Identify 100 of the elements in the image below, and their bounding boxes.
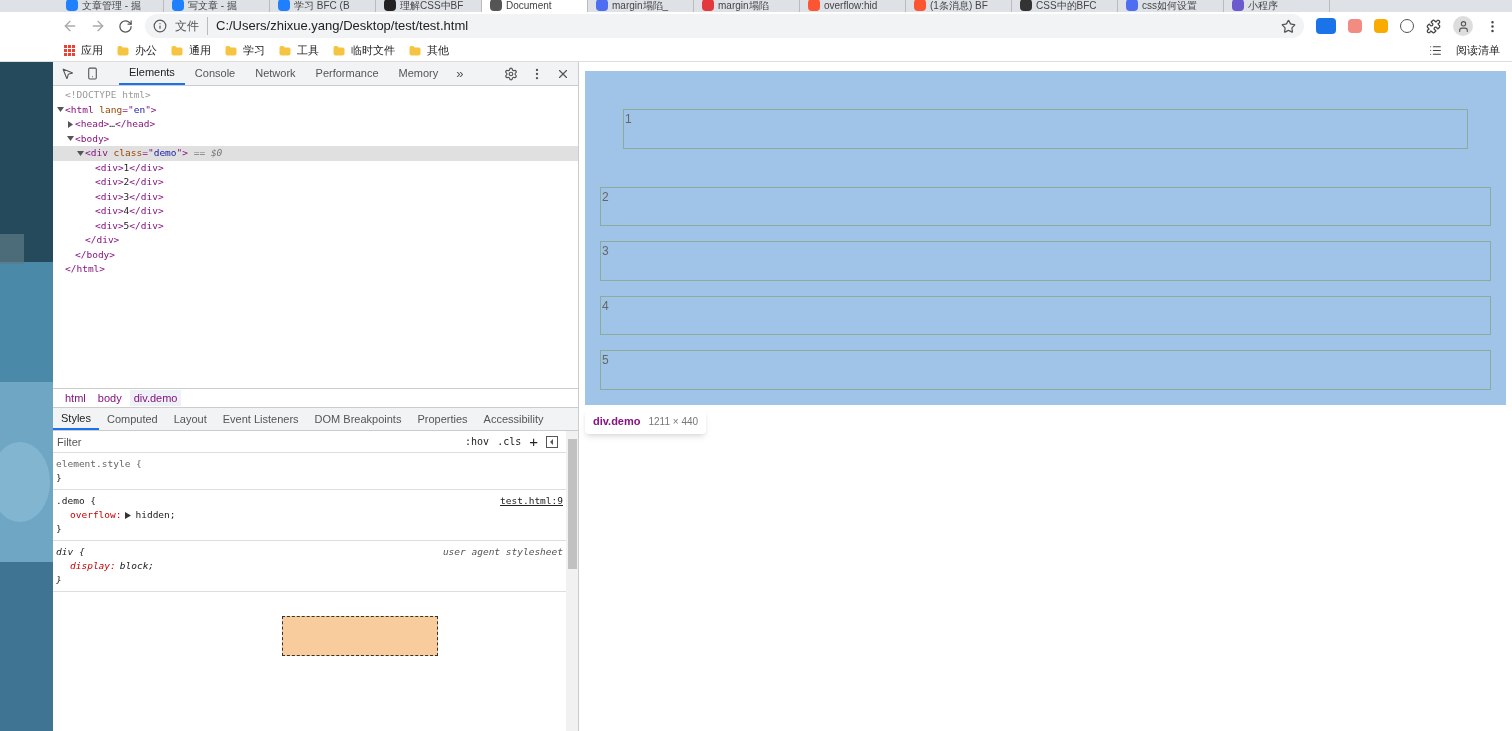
devtools-tab[interactable]: Elements [119, 62, 185, 85]
bookmark-folder[interactable]: 通用 [189, 42, 211, 59]
css-value: block; [119, 559, 155, 573]
rule-source[interactable]: test.html:9 [500, 494, 563, 508]
pane-tab[interactable]: Computed [98, 408, 166, 430]
extensions-icon[interactable] [1426, 18, 1441, 34]
pane-tab[interactable]: Event Listeners [214, 408, 307, 430]
dom-token: =" [122, 102, 134, 117]
sidebar-toggle-icon[interactable] [546, 435, 558, 448]
folder-icon [225, 44, 237, 57]
bookmark-link[interactable]: 应用 [81, 42, 103, 59]
css-selector: .demo { [56, 494, 98, 508]
dom-token: </div> [129, 175, 164, 190]
tooltip-selector: div.demo [593, 414, 641, 429]
filter-field[interactable]: Filter [57, 432, 458, 451]
css-value: hidden; [135, 508, 176, 522]
dom-token: <div> [95, 204, 124, 219]
apps-grid-icon[interactable] [64, 45, 75, 56]
dom-token: <!DOCTYPE html> [65, 88, 151, 103]
devtools-tab[interactable]: Memory [388, 62, 449, 85]
bookmark-folder[interactable]: 学习 [243, 42, 265, 59]
dom-token: <body> [75, 131, 110, 146]
bookmark-folder[interactable]: 临时文件 [351, 42, 395, 59]
dom-token: 2 [123, 175, 130, 190]
dom-node-row[interactable]: <head>…</head> [53, 117, 578, 132]
reading-list-icon[interactable] [1429, 44, 1442, 57]
dom-node-row[interactable]: <div>5</div> [53, 218, 578, 233]
new-rule-button[interactable]: + [529, 434, 538, 449]
dom-token: "> [176, 146, 188, 161]
hov-toggle[interactable]: :hov [465, 434, 490, 449]
rule-source: user agent stylesheet [442, 545, 563, 559]
css-selector: element.style { [56, 457, 143, 471]
url-text: C:/Users/zhixue.yang/Desktop/test/test.html [216, 17, 470, 36]
breadcrumb[interactable]: html [61, 389, 90, 407]
dom-token: en [133, 102, 146, 117]
bookmark-folder[interactable]: 工具 [297, 42, 319, 59]
settings-icon[interactable] [504, 66, 518, 81]
folder-icon [117, 44, 129, 57]
dom-token: <div> [95, 175, 124, 190]
dom-token: </head> [115, 117, 156, 132]
more-tabs-button[interactable]: » [448, 62, 472, 85]
bookmark-folder[interactable]: 办公 [135, 42, 157, 59]
pane-tab[interactable]: DOM Breakpoints [306, 408, 410, 430]
expanded-triangle-icon[interactable] [77, 149, 84, 157]
person-icon [1456, 19, 1470, 33]
pane-tab[interactable]: Styles [53, 408, 99, 430]
tooltip-size: 1211 × 440 [648, 414, 699, 429]
dom-token: class [113, 146, 143, 161]
dom-node-row[interactable]: <body> [53, 131, 578, 146]
dom-node-row[interactable]: <div>3</div> [53, 189, 578, 204]
collapsed-triangle-icon[interactable] [67, 120, 74, 128]
devtools-tab[interactable]: Network [245, 62, 306, 85]
cls-toggle[interactable]: .cls [497, 434, 522, 449]
dom-node-row[interactable]: <div>2</div> [53, 175, 578, 190]
dom-node-row[interactable]: <div>4</div> [53, 204, 578, 219]
dom-token: </div> [129, 204, 164, 219]
pane-tab[interactable]: Layout [165, 408, 215, 430]
dom-node-row[interactable]: <div>1</div> [53, 160, 578, 175]
folder-icon [171, 44, 183, 57]
dom-token: … [109, 117, 116, 132]
dom-token: <div> [95, 160, 124, 175]
css-selector: div { [56, 545, 86, 559]
dom-token: <div [85, 146, 109, 161]
devtools-tab[interactable]: Console [184, 62, 246, 85]
expand-triangle-icon[interactable] [125, 511, 132, 519]
reload-icon[interactable] [118, 18, 133, 34]
dom-token: == $0 [192, 146, 223, 161]
expanded-triangle-icon[interactable] [67, 135, 74, 143]
breadcrumb[interactable]: div.demo [129, 389, 182, 407]
breadcrumb[interactable]: body [93, 389, 126, 407]
browser-tab[interactable]: Document [482, 0, 588, 12]
dom-closing-tag: </body> [75, 247, 116, 262]
security-label: 文件 [175, 17, 208, 35]
scrollbar-thumb[interactable] [567, 439, 577, 569]
pane-tab[interactable]: Accessibility [475, 408, 552, 430]
inspect-icon[interactable] [61, 67, 74, 80]
reading-list-link[interactable]: 阅读清单 [1456, 42, 1500, 59]
folder-icon [409, 44, 421, 57]
folder-icon [333, 44, 345, 57]
closing-brace: } [56, 574, 62, 585]
css-property: display: [70, 559, 116, 573]
profile-avatar[interactable] [1453, 16, 1473, 36]
device-toolbar-icon[interactable] [86, 67, 99, 80]
devtools-tab[interactable]: Performance [305, 62, 389, 85]
extension-icon[interactable] [1316, 18, 1336, 34]
dom-token: =" [142, 146, 154, 161]
bookmark-folder[interactable]: 其他 [427, 42, 449, 59]
pane-tab[interactable]: Properties [409, 408, 476, 430]
dom-node-row[interactable]: <div class="demo"> == $0 [53, 146, 578, 161]
dom-token: 1 [123, 160, 130, 175]
address-bar[interactable]: 文件 C:/Users/zhixue.yang/Desktop/test/test.html [145, 14, 1304, 38]
dom-token: "> [145, 102, 157, 117]
info-icon [153, 19, 167, 33]
expanded-triangle-icon[interactable] [57, 106, 64, 114]
dom-token: 5 [123, 218, 130, 233]
child-block: 5 [600, 350, 1491, 390]
bookmark-star-icon[interactable] [1281, 18, 1296, 34]
dom-node-row[interactable]: <html lang="en"> [53, 102, 578, 117]
dom-token: 3 [123, 189, 130, 204]
folder-icon [279, 44, 291, 57]
